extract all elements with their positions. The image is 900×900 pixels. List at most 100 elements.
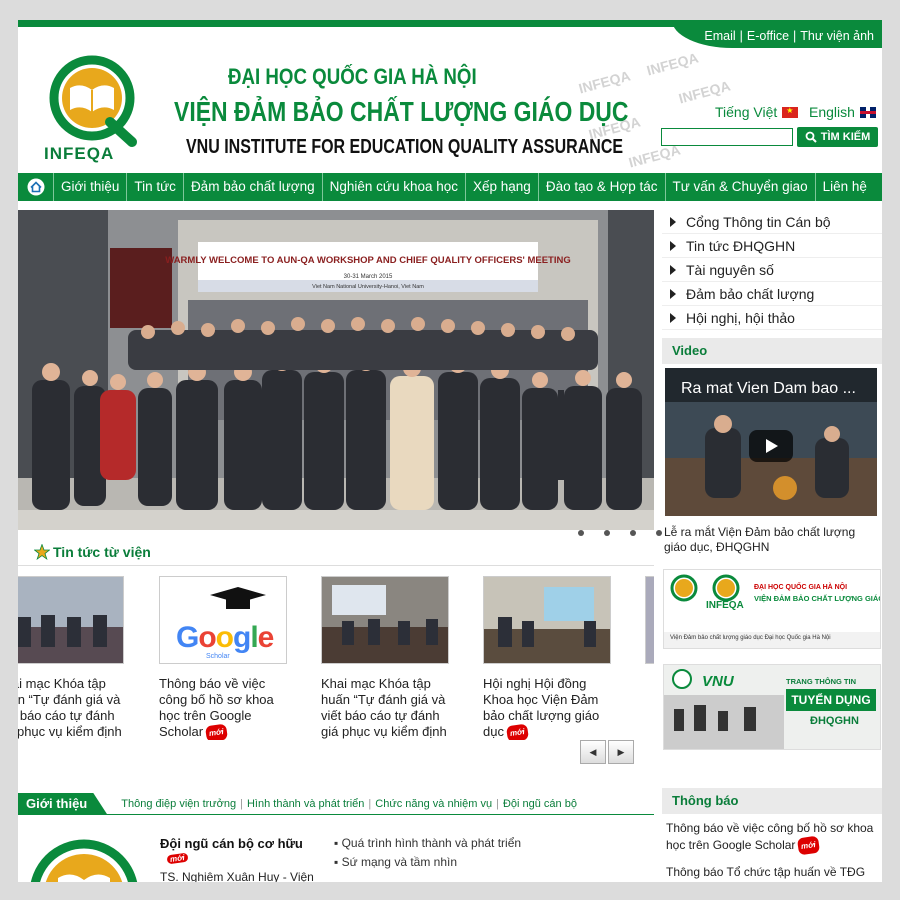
staff-line[interactable]: TS. Nghiêm Xuân Huy - Viện <box>160 870 314 882</box>
notice-item[interactable]: Thông báo về việc công bố hồ sơ khoa học… <box>666 820 878 856</box>
nav-about[interactable]: Giới thiệu <box>54 173 128 201</box>
nav-consulting[interactable]: Tư vấn & Chuyển giao <box>666 173 816 201</box>
top-links: Email | E-office | Thư viện ảnh <box>704 29 874 43</box>
eoffice-link[interactable]: E-office <box>747 29 789 43</box>
google-scholar-sub: Scholar <box>206 653 230 660</box>
notice-text: Thông báo về việc công bố hồ sơ khoa học… <box>666 821 874 852</box>
next-arrow-icon[interactable]: ▶ <box>608 740 634 764</box>
photo-library-link[interactable]: Thư viện ảnh <box>800 29 874 43</box>
slider-dot[interactable] <box>578 530 584 536</box>
news-thumbnail[interactable] <box>645 576 654 664</box>
header: INFEQA ĐẠI HỌC QUỐC GIA HÀ NỘI VIỆN ĐẢM … <box>18 48 882 172</box>
slider-dot[interactable] <box>656 530 662 536</box>
quick-link-label: Tài nguyên số <box>686 261 774 278</box>
notice-text: Thông báo Tổ chức tập huấn về TĐG và <box>666 865 866 879</box>
triangle-bullet-icon <box>670 312 676 323</box>
banner1-logo-text: INFEQA <box>706 600 744 611</box>
news-section-title: Tin tức từ viện <box>53 543 151 560</box>
play-icon[interactable] <box>749 430 793 462</box>
uk-flag-icon <box>859 106 876 118</box>
video-title: Ra mat Vien Dam bao ... <box>681 380 856 397</box>
intro-tab[interactable]: Giới thiệu <box>18 792 108 815</box>
home-button[interactable] <box>18 173 54 201</box>
staff-title[interactable]: Đội ngũ cán bộ cơ hữu <box>160 836 303 851</box>
separator: | <box>240 797 243 810</box>
news-carousel: Khai mạc Khóa tập huấn “Tự đánh giá và v… <box>18 576 654 740</box>
prev-arrow-icon[interactable]: ◀ <box>580 740 606 764</box>
search-icon <box>805 131 817 143</box>
quick-link-digital-resources[interactable]: Tài nguyên số <box>662 258 882 282</box>
news-item[interactable] <box>645 576 654 664</box>
news-section-header: Tin tức từ viện <box>18 538 654 566</box>
news-thumbnail[interactable] <box>483 576 611 664</box>
video-player[interactable]: Ra mat Vien Dam bao ... <box>665 368 877 516</box>
banner2-line2: TUYỂN DỤNG <box>786 689 876 711</box>
intro-link-staff[interactable]: Đội ngũ cán bộ <box>503 798 577 810</box>
hero-slider[interactable]: WARMLY WELCOME TO AUN-QA WORKSHOP AND CH… <box>18 210 654 530</box>
news-caption: Khai mạc Khóa tập huấn “Tự đánh giá và v… <box>321 676 447 739</box>
banner2-brand: VNU <box>702 673 734 690</box>
intro-body: Đội ngũ cán bộ cơ hữu mới TS. Nghiêm Xuâ… <box>18 826 654 882</box>
nav-ranking[interactable]: Xếp hạng <box>466 173 539 201</box>
triangle-bullet-icon <box>670 288 676 299</box>
main-nav: Giới thiệu Tin tức Đảm bảo chất lượng Ng… <box>18 173 882 201</box>
watermark: INFEQA <box>644 49 701 79</box>
new-badge: mới <box>797 835 821 856</box>
intro-logo <box>30 839 138 882</box>
lang-vietnamese[interactable]: Tiếng Việt <box>715 104 799 120</box>
quick-link-conferences[interactable]: Hội nghị, hội thảo <box>662 306 882 330</box>
nav-quality-assurance[interactable]: Đảm bảo chất lượng <box>184 173 323 201</box>
banner1-small-text: Viện Đảm bảo chất lượng giáo dục Đại học… <box>670 635 831 641</box>
slider-banner-place: Viet Nam National University-Hanoi, Viet… <box>312 284 424 290</box>
institute-name-en: VNU INSTITUTE FOR EDUCATION QUALITY ASSU… <box>186 136 624 158</box>
page: Email | E-office | Thư viện ảnh INFEQA ĐẠI H… <box>18 20 882 882</box>
nav-training-cooperation[interactable]: Đào tạo & Hợp tác <box>539 173 666 201</box>
home-icon <box>27 178 44 196</box>
notice-heading: Thông báo <box>662 788 882 814</box>
quick-link-label: Tin tức ĐHQGHN <box>686 237 796 254</box>
quick-link-quality-assurance[interactable]: Đảm bảo chất lượng <box>662 282 882 306</box>
banner1-title2: VIỆN ĐẢM BẢO CHẤT LƯỢNG GIÁO DỤC <box>754 594 880 603</box>
slider-banner-text: WARMLY WELCOME TO AUN-QA WORKSHOP AND CH… <box>165 255 571 266</box>
intro-bullet[interactable]: ▪ Quá trình hình thành và phát triển <box>334 836 521 850</box>
logo-text: INFEQA <box>44 144 115 163</box>
intro-link-director-message[interactable]: Thông điệp viện trưởng <box>121 798 236 810</box>
nav-news[interactable]: Tin tức <box>127 173 184 201</box>
news-item[interactable]: Khai mạc Khóa tập huấn “Tự đánh giá và v… <box>321 576 449 740</box>
news-caption: Hội nghị Hội đồng Khoa học Viện Đảm bảo … <box>483 676 600 739</box>
nav-research[interactable]: Nghiên cứu khoa học <box>323 173 467 201</box>
quick-link-staff-portal[interactable]: Cổng Thông tin Cán bộ <box>662 210 882 234</box>
news-item[interactable]: Hội nghị Hội đồng Khoa học Viện Đảm bảo … <box>483 576 611 740</box>
search-button[interactable]: TÌM KIẾM <box>797 127 878 147</box>
new-badge: mới <box>505 723 529 740</box>
banner1-title1: ĐẠI HỌC QUỐC GIA HÀ NỘI <box>754 584 848 591</box>
intro-bullet[interactable]: ▪ Sứ mạng và tầm nhìn <box>334 855 457 869</box>
quick-link-label: Hội nghị, hội thảo <box>686 309 795 326</box>
lang-english[interactable]: English <box>809 104 876 120</box>
university-name: ĐẠI HỌC QUỐC GIA HÀ NỘI <box>228 64 477 89</box>
triangle-bullet-icon <box>670 216 676 227</box>
notice-item[interactable]: Thông báo Tổ chức tập huấn về TĐG và <box>666 864 878 882</box>
email-link[interactable]: Email <box>704 29 735 43</box>
intro-link-functions[interactable]: Chức năng và nhiệm vụ <box>375 798 492 810</box>
recruitment-banner[interactable]: VNU TRANG THÔNG TIN TUYỂN DỤNG ĐHQGHN <box>663 664 881 750</box>
video-caption[interactable]: Lễ ra mắt Viện Đảm bảo chất lượng giáo d… <box>664 525 880 555</box>
news-thumbnail[interactable] <box>321 576 449 664</box>
intro-link-history[interactable]: Hình thành và phát triển <box>247 798 364 810</box>
news-item[interactable]: Google Scholar Thông báo về việc công bố… <box>159 576 287 740</box>
quick-link-vnu-news[interactable]: Tin tức ĐHQGHN <box>662 234 882 258</box>
group-photo: WARMLY WELCOME TO AUN-QA WORKSHOP AND CH… <box>18 210 654 530</box>
triangle-bullet-icon <box>670 264 676 275</box>
triangle-bullet-icon <box>670 240 676 251</box>
news-item[interactable]: Khai mạc Khóa tập huấn “Tự đánh giá và v… <box>18 576 124 740</box>
news-thumbnail[interactable] <box>18 576 124 664</box>
nav-contact[interactable]: Liên hệ <box>816 173 874 201</box>
search-input[interactable] <box>661 128 793 146</box>
news-thumbnail[interactable]: Google Scholar <box>159 576 287 664</box>
slider-dot[interactable] <box>604 530 610 536</box>
slider-banner-date: 30-31 March 2015 <box>344 274 393 280</box>
watermark: INFEQA <box>576 67 633 97</box>
separator: | <box>368 797 372 810</box>
infeqa-banner[interactable]: ĐẠI HỌC QUỐC GIA HÀ NỘI VIỆN ĐẢM BẢO CHẤ… <box>663 569 881 649</box>
slider-dot[interactable] <box>630 530 636 536</box>
